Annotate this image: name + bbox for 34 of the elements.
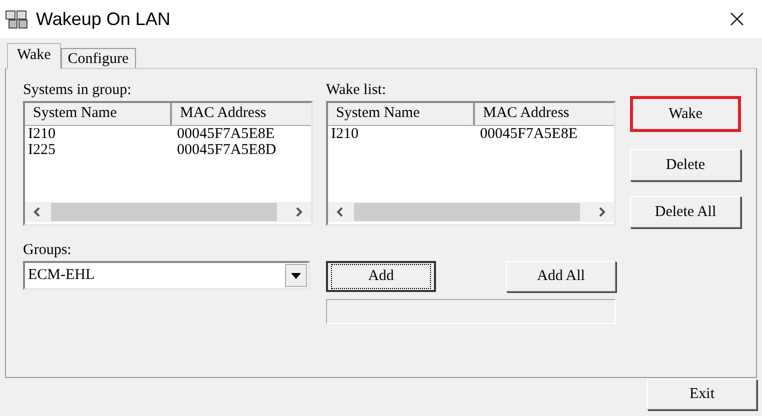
column-header[interactable]: System Name <box>328 103 475 125</box>
computers-icon <box>4 8 30 30</box>
action-button[interactable]: Wake <box>630 96 741 132</box>
groups-label: Groups: <box>23 241 72 260</box>
table-cell-text: I225 <box>27 142 56 158</box>
list-label: Wake list: <box>326 81 388 100</box>
table-cell-text: I210 <box>330 126 360 142</box>
list-label: Systems in group: <box>23 81 132 100</box>
table-cell-text: 00045F7A5E8D <box>176 142 276 158</box>
scroll-left-icon[interactable] <box>33 207 41 217</box>
exit-button[interactable]: Exit <box>647 379 757 410</box>
groups-dropdown[interactable]: ECM-EHL <box>23 261 310 290</box>
scroll-right-icon[interactable] <box>598 207 606 217</box>
action-button[interactable]: Delete <box>630 149 741 181</box>
column-header[interactable]: System Name <box>25 103 172 125</box>
tab[interactable]: Configure <box>60 48 136 68</box>
scroll-left-icon[interactable] <box>336 207 344 217</box>
tab[interactable]: Wake <box>7 43 61 69</box>
table-cell-text: 00045F7A5E8E <box>479 126 578 142</box>
close-icon[interactable] <box>730 12 744 26</box>
scroll-right-icon[interactable] <box>295 207 303 217</box>
column-header[interactable]: MAC Address <box>475 103 614 125</box>
table-cell-text: I210 <box>27 126 56 142</box>
action-button[interactable]: Delete All <box>630 196 741 228</box>
add-button[interactable]: Add <box>326 261 436 292</box>
add-button[interactable]: Add All <box>506 261 616 292</box>
horizontal-scrollbar[interactable] <box>328 202 614 222</box>
window-title: Wakeup On LAN <box>36 8 170 30</box>
table-cell-text: 00045F7A5E8E <box>176 126 274 142</box>
scrollbar-thumb[interactable] <box>51 203 277 221</box>
horizontal-scrollbar[interactable] <box>25 202 311 222</box>
dropdown-value: ECM-EHL <box>27 267 96 284</box>
scrollbar-thumb[interactable] <box>354 203 580 221</box>
column-header[interactable]: MAC Address <box>172 103 311 125</box>
